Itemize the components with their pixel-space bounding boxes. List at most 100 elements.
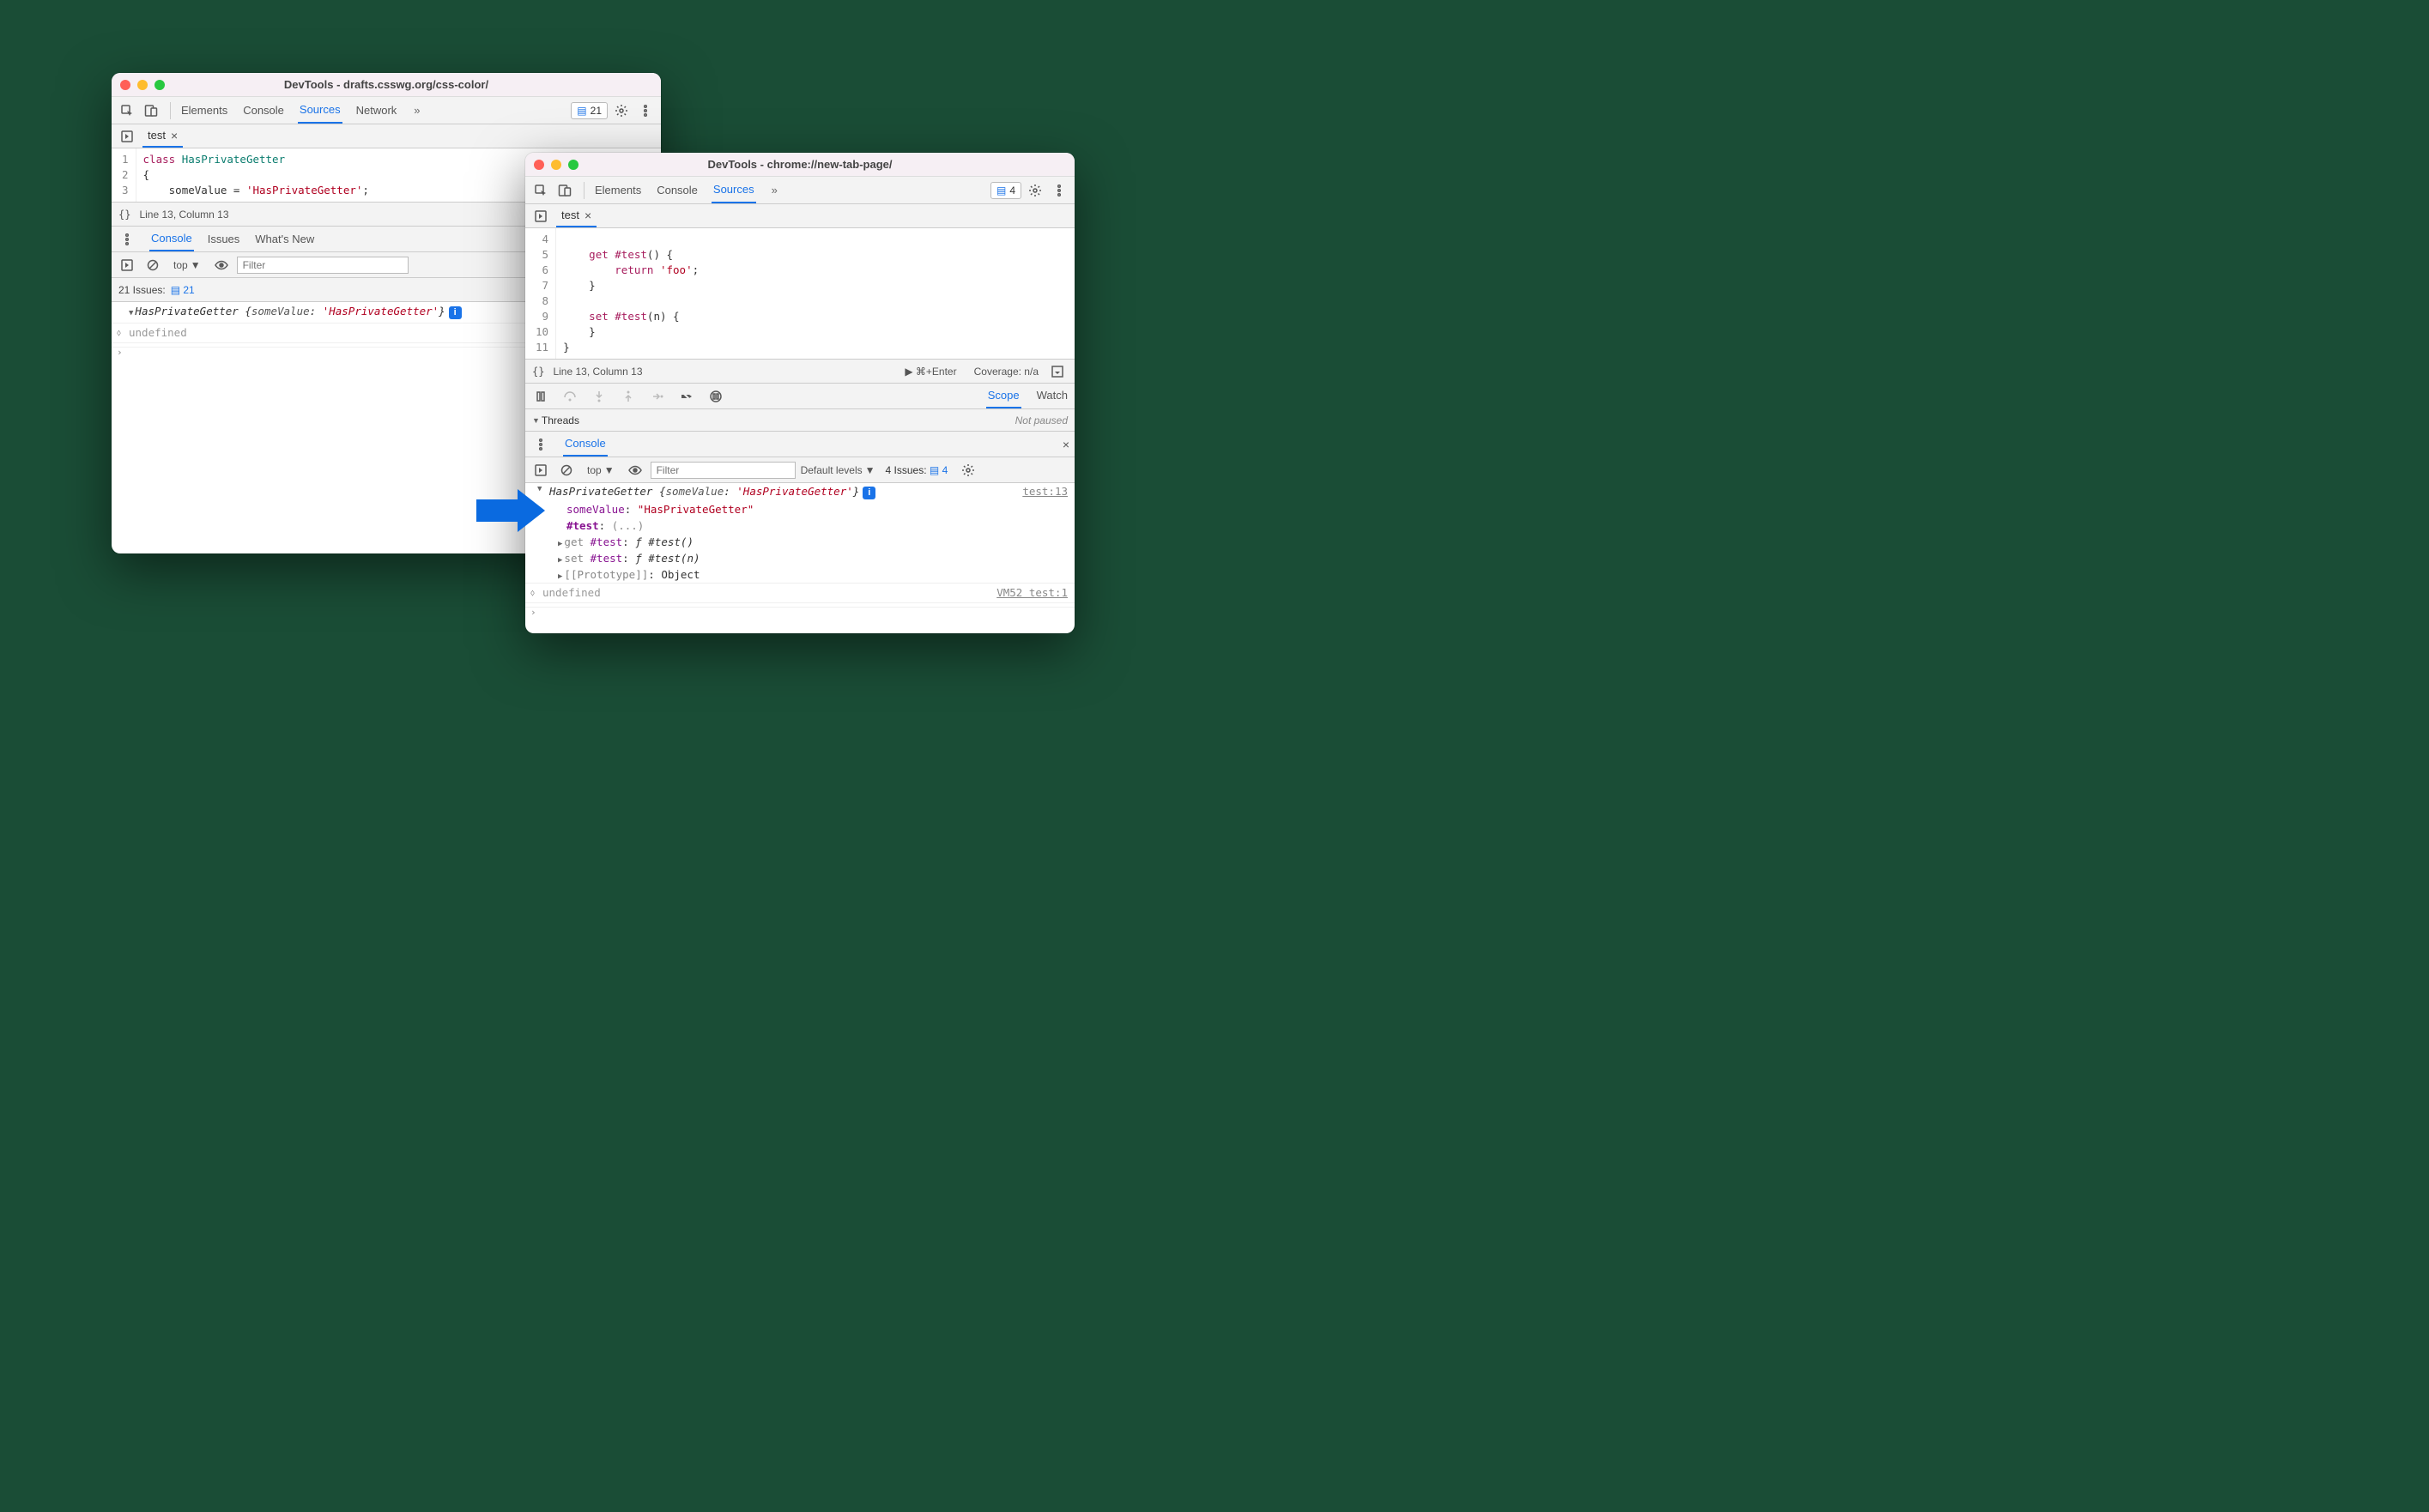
close-dot[interactable]: [534, 160, 544, 170]
format-icon[interactable]: {}: [532, 366, 544, 378]
issues-badge[interactable]: ▤ 21: [571, 102, 608, 119]
format-icon[interactable]: {}: [118, 209, 130, 221]
info-icon[interactable]: i: [863, 487, 875, 499]
device-icon[interactable]: [141, 100, 161, 121]
close-icon[interactable]: ×: [1063, 438, 1069, 451]
pause-icon[interactable]: [530, 386, 551, 407]
cursor-position: Line 13, Column 13: [553, 366, 642, 378]
source-link[interactable]: test:13: [1022, 485, 1068, 498]
more-tabs-icon[interactable]: »: [768, 184, 781, 197]
property-row[interactable]: ▶get #test: ƒ #test(): [525, 534, 1075, 550]
close-icon[interactable]: ×: [171, 129, 178, 142]
prompt-icon: ›: [530, 605, 536, 620]
zoom-dot[interactable]: [154, 80, 165, 90]
disclosure-icon[interactable]: ▶: [558, 556, 562, 565]
breakpoints-icon[interactable]: [676, 386, 697, 407]
property-row[interactable]: ▶set #test: ƒ #test(n): [525, 550, 1075, 566]
issues-badge[interactable]: ▤ 4: [990, 182, 1021, 199]
titlebar[interactable]: DevTools - drafts.csswg.org/css-color/: [112, 73, 661, 97]
property-row[interactable]: ▶[[Prototype]]: Object: [525, 566, 1075, 584]
context-selector[interactable]: top ▼: [173, 259, 201, 271]
disclosure-icon[interactable]: ▼: [532, 416, 540, 425]
inspect-icon[interactable]: [530, 180, 551, 201]
editor-status: {} Line 13, Column 13 ▶ ⌘+Enter Coverage…: [525, 360, 1075, 384]
file-tabs: test ×: [525, 204, 1075, 228]
console-row[interactable]: test:13 ▼HasPrivateGetter {someValue: 'H…: [525, 483, 1075, 501]
pause-exceptions-icon[interactable]: [706, 386, 726, 407]
tab-console[interactable]: Console: [241, 98, 286, 123]
info-icon[interactable]: i: [449, 306, 462, 319]
step-icon[interactable]: [647, 386, 668, 407]
minimize-dot[interactable]: [551, 160, 561, 170]
disclosure-icon[interactable]: ▼: [129, 305, 133, 321]
tab-elements[interactable]: Elements: [179, 98, 229, 123]
more-tabs-icon[interactable]: »: [410, 104, 423, 117]
step-over-icon[interactable]: [560, 386, 580, 407]
context-selector[interactable]: top ▼: [587, 464, 615, 476]
step-into-icon[interactable]: [589, 386, 609, 407]
property-row[interactable]: #test: (...): [525, 517, 1075, 534]
kebab-icon[interactable]: [117, 229, 137, 250]
navigator-icon[interactable]: [117, 126, 137, 147]
kebab-icon[interactable]: [1049, 180, 1069, 201]
tab-console[interactable]: Console: [655, 178, 700, 203]
traffic-lights: [534, 160, 578, 170]
sidebar-icon[interactable]: [117, 255, 137, 275]
drawer-tabs: Console ×: [525, 432, 1075, 457]
code-editor[interactable]: 4 5 6 7 8 9 10 11 get #test() { return '…: [525, 228, 1075, 360]
titlebar[interactable]: DevTools - chrome://new-tab-page/: [525, 153, 1075, 177]
step-out-icon[interactable]: [618, 386, 639, 407]
console-row: VM52 test:1 ⬨undefined: [525, 584, 1075, 603]
filter-input[interactable]: [237, 257, 409, 274]
file-tab-test[interactable]: test ×: [142, 125, 183, 148]
run-hint: ▶ ⌘+Enter: [905, 366, 956, 378]
threads-section[interactable]: ▼ Threads Not paused: [525, 409, 1075, 432]
drawer-tab-whatsnew[interactable]: What's New: [253, 227, 316, 251]
devtools-window-2: DevTools - chrome://new-tab-page/ Elemen…: [525, 153, 1075, 633]
settings-icon[interactable]: [958, 460, 978, 481]
drawer-tab-console[interactable]: Console: [149, 227, 194, 251]
line-gutter: 4 5 6 7 8 9 10 11: [525, 228, 556, 359]
code-content[interactable]: get #test() { return 'foo'; } set #test(…: [556, 228, 1075, 359]
sidebar-icon[interactable]: [530, 460, 551, 481]
console-prompt[interactable]: ›: [525, 603, 1075, 608]
source-link[interactable]: VM52 test:1: [996, 585, 1068, 601]
tab-elements[interactable]: Elements: [593, 178, 643, 203]
kebab-icon[interactable]: [635, 100, 656, 121]
filter-input[interactable]: [651, 462, 796, 479]
tab-watch[interactable]: Watch: [1035, 384, 1069, 408]
property-row[interactable]: someValue: "HasPrivateGetter": [525, 501, 1075, 517]
eye-icon[interactable]: [211, 255, 232, 275]
panel-tabs: Elements Console Sources Network »: [179, 97, 424, 124]
clear-icon[interactable]: [556, 460, 577, 481]
collapse-icon[interactable]: [1047, 361, 1068, 382]
device-icon[interactable]: [554, 180, 575, 201]
close-icon[interactable]: ×: [585, 209, 591, 222]
return-icon: ⬨: [117, 325, 121, 341]
tab-sources[interactable]: Sources: [712, 177, 756, 203]
drawer-tab-issues[interactable]: Issues: [206, 227, 242, 251]
drawer-tab-console[interactable]: Console: [563, 432, 608, 457]
eye-icon[interactable]: [625, 460, 645, 481]
navigator-icon[interactable]: [530, 206, 551, 227]
zoom-dot[interactable]: [568, 160, 578, 170]
clear-icon[interactable]: [142, 255, 163, 275]
issues-label[interactable]: 4 Issues: ▤ 4: [886, 464, 948, 476]
kebab-icon[interactable]: [530, 434, 551, 455]
file-tab-test[interactable]: test ×: [556, 205, 597, 227]
disclosure-icon[interactable]: ▶: [558, 572, 562, 581]
close-dot[interactable]: [120, 80, 130, 90]
disclosure-icon[interactable]: ▶: [558, 540, 562, 548]
levels-selector[interactable]: Default levels ▼: [801, 464, 875, 476]
settings-icon[interactable]: [1025, 180, 1045, 201]
console-toolbar: top ▼ Default levels ▼ 4 Issues: ▤ 4: [525, 457, 1075, 483]
return-icon: ⬨: [530, 585, 535, 601]
tab-network[interactable]: Network: [354, 98, 399, 123]
tab-scope[interactable]: Scope: [986, 384, 1021, 408]
tab-sources[interactable]: Sources: [298, 97, 342, 124]
coverage[interactable]: Coverage: n/a: [974, 366, 1039, 378]
settings-icon[interactable]: [611, 100, 632, 121]
minimize-dot[interactable]: [137, 80, 148, 90]
inspect-icon[interactable]: [117, 100, 137, 121]
issues-count: 21: [591, 105, 602, 117]
